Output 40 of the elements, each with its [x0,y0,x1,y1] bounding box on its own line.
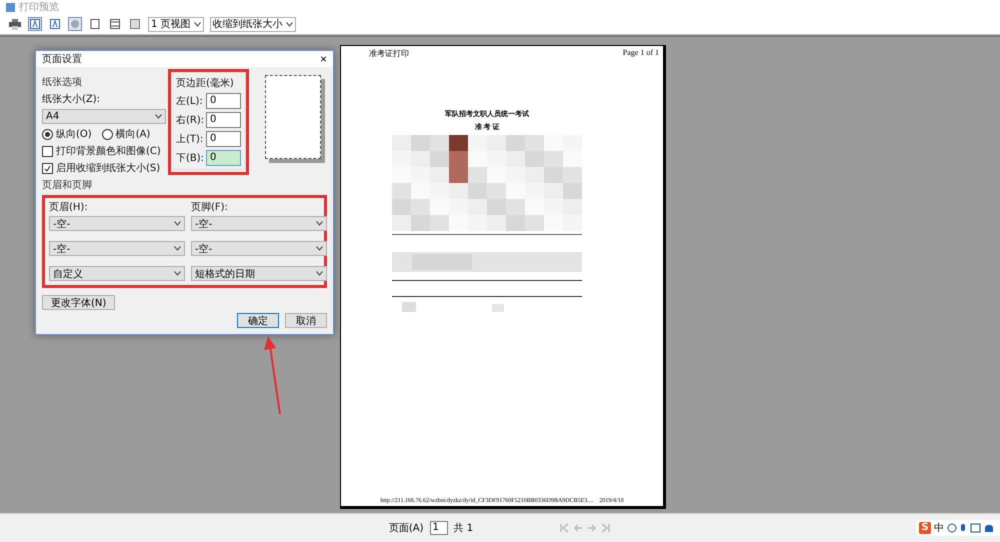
field-label: 左(L): [176,95,202,108]
ime-mode[interactable]: 中 [934,521,944,535]
header-dropdown[interactable]: -空- [49,241,185,256]
field-label: 下(B): [176,152,202,165]
dialog-title: 页面设置 [42,52,82,66]
field-label: 上(T): [176,132,202,146]
page-input[interactable]: 1 [430,521,448,535]
close-button[interactable]: × [320,52,327,66]
checkbox-label: 启用收缩到纸张大小(S) [56,162,160,175]
field-label: 纸张大小(Z): [42,92,102,106]
field-label: 右(R): [176,114,202,127]
window-title: 打印预览 [19,0,59,14]
dialog-button[interactable]: 确定 [237,313,279,328]
ime-logo[interactable]: S [919,522,931,534]
dialog-button[interactable]: 取消 [285,313,327,328]
group-label: 纸张选项 [42,76,83,89]
page-label: 页面(A) [388,522,424,535]
footer-dropdown[interactable]: -空- [191,216,327,231]
margin-field[interactable]: 0 [206,150,241,166]
radio-label: 纵向(O) [56,128,92,141]
margin-field[interactable]: 0 [206,112,241,128]
header-dropdown[interactable]: -空- [49,216,185,231]
page-total: 共 1 [454,522,474,535]
margin-field[interactable]: 0 [206,93,241,109]
footer-dropdown[interactable]: 短格式的日期 [191,266,327,281]
group-label: 页边距(毫米) [176,76,235,90]
page-header-title: 准考证打印 [369,48,409,59]
toolbar-dropdown[interactable]: 1 页视图 [148,16,204,32]
field-label: 页脚(F): [191,200,229,214]
radio-label: 横向(A) [116,128,150,141]
page-number: Page 1 of 1 [622,48,659,59]
paper-size-dropdown[interactable]: A4 [42,109,166,124]
change-font-button[interactable]: 更改字体(N) [42,295,116,310]
checkbox-label: 打印背景颜色和图像(C) [56,144,161,158]
margin-field[interactable]: 0 [206,131,241,147]
header-dropdown[interactable]: 自定义 [49,266,185,281]
group-label: 页眉和页脚 [42,178,93,192]
field-label: 页眉(H): [49,201,89,214]
footer-dropdown[interactable]: -空- [191,241,327,256]
toolbar-dropdown[interactable]: 收缩到纸张大小 [210,16,296,32]
